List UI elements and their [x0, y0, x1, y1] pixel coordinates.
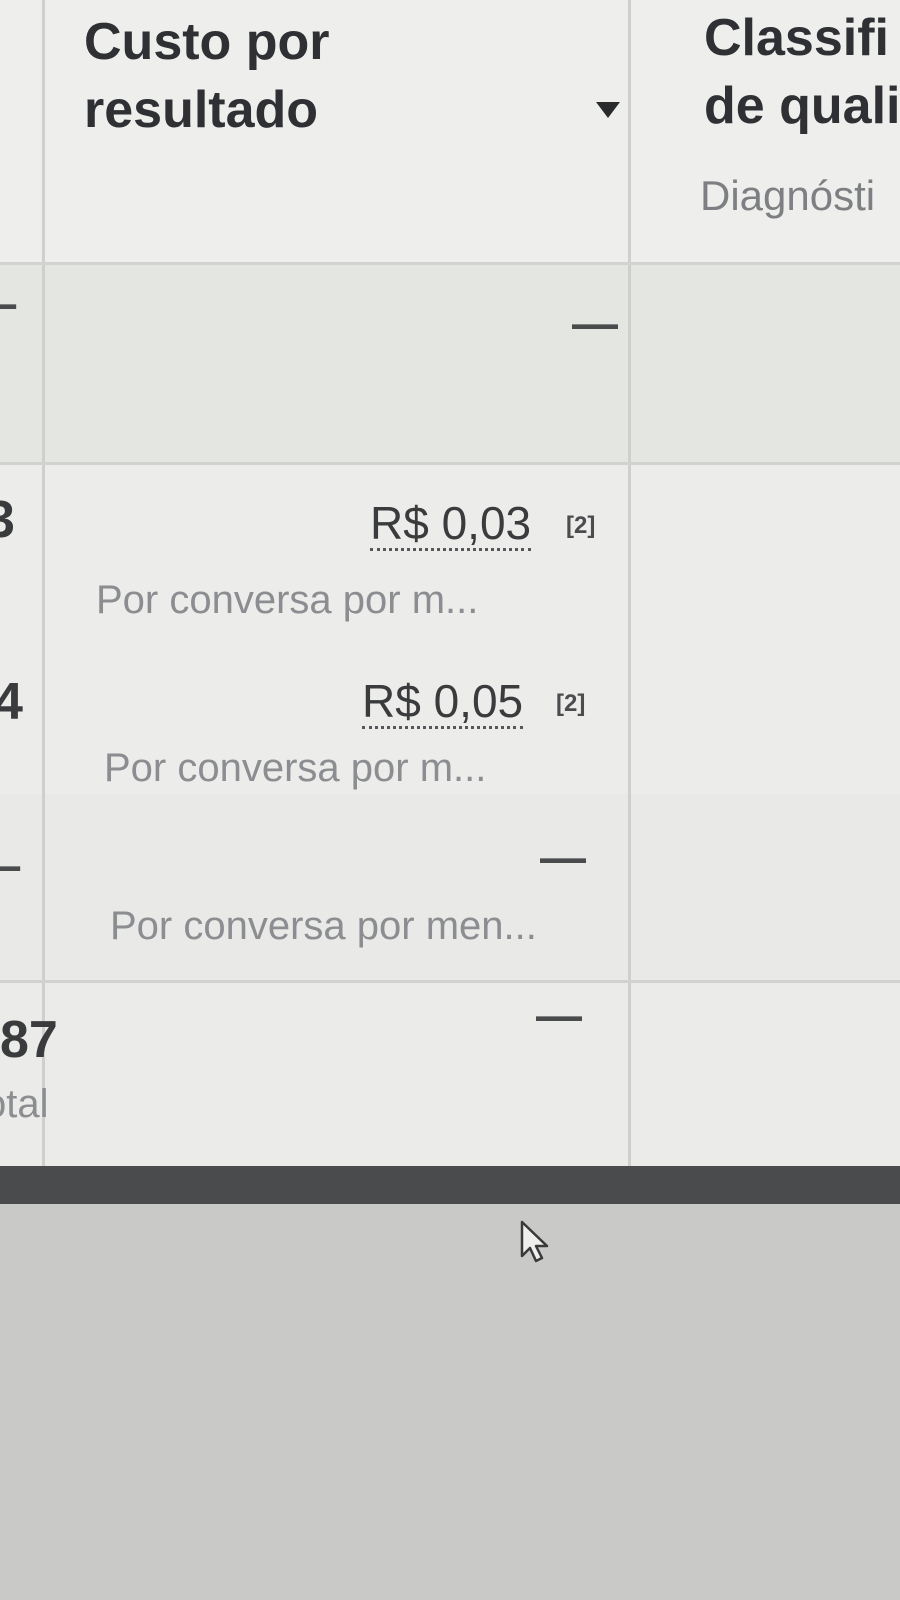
mouse-cursor-icon [520, 1220, 549, 1263]
result-type-label: Por conversa por m... [96, 578, 479, 622]
left-cell-value: 4 [0, 673, 23, 731]
column-divider [42, 0, 45, 1166]
column-divider[interactable] [628, 0, 631, 1166]
result-type-label: Por conversa por men... [110, 904, 537, 948]
left-cell-value: 87 [0, 1011, 58, 1069]
column-header-title-line2: resultado [84, 81, 319, 139]
column-header-title-line1: Classifi [704, 9, 889, 67]
cost-value: — [572, 297, 618, 349]
sort-caret-icon[interactable] [596, 102, 620, 118]
totals-row [0, 980, 900, 1166]
left-cell-value: – [0, 838, 22, 892]
footnote-marker: [2] [556, 690, 586, 717]
column-header-subtitle: Diagnósti [700, 172, 876, 219]
left-cell-value: 3 [0, 491, 15, 549]
cost-value-link[interactable]: R$ 0,05 [362, 678, 524, 729]
row-divider [0, 980, 900, 983]
result-type-label: Por conversa por m... [104, 746, 487, 790]
results-table: Custo por resultado Classifi de quali Di… [0, 0, 900, 1180]
footnote-marker: [2] [566, 512, 596, 539]
cost-value: — [536, 989, 582, 1041]
table-row[interactable] [0, 794, 900, 980]
column-header-quality-ranking[interactable]: Classifi de quali [704, 4, 900, 140]
column-header-title-line1: Custo por [84, 13, 330, 71]
row-divider [0, 262, 900, 265]
horizontal-scrollbar[interactable] [0, 1166, 900, 1204]
cost-value-link[interactable]: R$ 0,03 [370, 500, 532, 551]
table-row[interactable] [0, 262, 900, 462]
column-header-title-line2: de quali [704, 77, 900, 135]
left-cell-total-label: otal [0, 1082, 49, 1126]
row-divider [0, 462, 900, 465]
left-cell-value: – [0, 276, 18, 330]
cost-value: — [540, 831, 586, 883]
column-header-cost-per-result[interactable]: Custo por resultado [84, 8, 330, 144]
